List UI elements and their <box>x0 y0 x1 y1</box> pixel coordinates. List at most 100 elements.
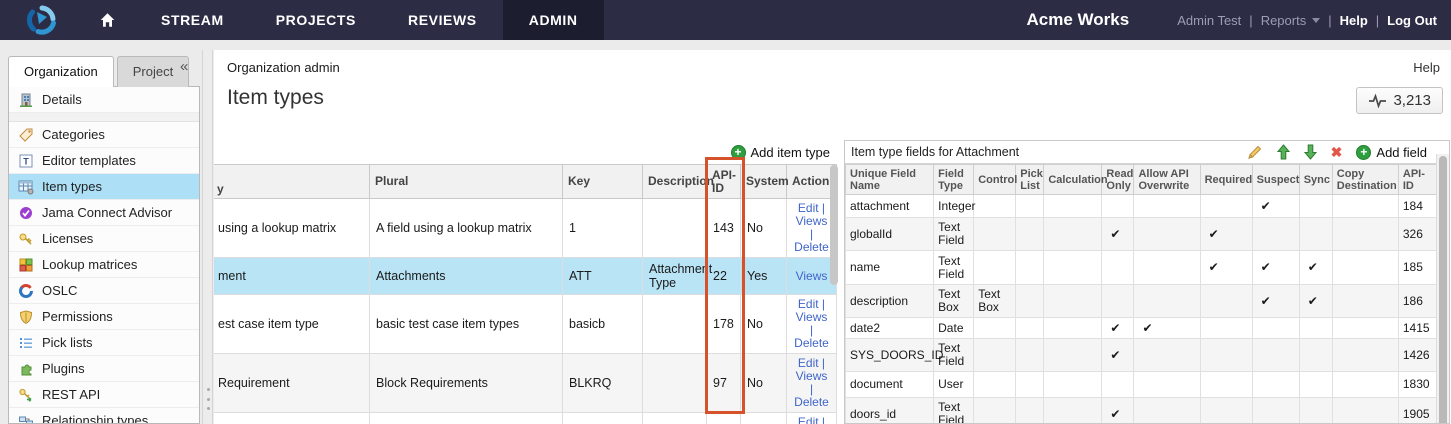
fields-scrollbar-thumb[interactable] <box>1439 156 1447 423</box>
col-field-type[interactable]: Field Type <box>933 164 975 195</box>
col-key[interactable]: Key <box>562 164 643 199</box>
cell-control <box>973 250 1017 285</box>
field-row[interactable]: name Text Field ✔ ✔ ✔ 185 <box>845 250 1438 285</box>
views-link[interactable]: Views | <box>793 311 830 337</box>
cell-copy-destination <box>1331 371 1399 398</box>
logout-link[interactable]: Log Out <box>1387 13 1437 28</box>
sidebar-collapse-button[interactable]: « <box>180 58 188 75</box>
field-row[interactable]: globalId Text Field ✔ ✔ 326 <box>845 217 1438 251</box>
sync-check <box>1298 317 1333 339</box>
sync-check <box>1298 338 1333 372</box>
delete-link[interactable]: Delete <box>793 241 830 254</box>
cell-api-id: 185 <box>1397 250 1438 285</box>
edit-link[interactable]: Edit | <box>793 416 830 424</box>
col-control[interactable]: Control <box>973 164 1017 195</box>
reports-menu[interactable]: Reports <box>1261 13 1321 28</box>
col-system[interactable]: System <box>740 164 789 199</box>
edit-field-button[interactable] <box>1247 144 1263 160</box>
help-link-top[interactable]: Help <box>1340 13 1368 28</box>
cell-field-type: Text Field <box>933 250 975 285</box>
fields-scrollbar[interactable] <box>1436 154 1449 423</box>
sidebar-item-permissions[interactable]: Permissions <box>9 304 199 330</box>
sidebar-item-item-types[interactable]: Item types <box>9 174 199 200</box>
panel-splitter[interactable] <box>202 50 213 424</box>
table-row[interactable]: using a lookup matrix A field using a lo… <box>214 198 837 258</box>
advisor-icon <box>18 205 34 221</box>
count-value: 3,213 <box>1393 92 1431 109</box>
cell-calculation <box>1043 194 1103 218</box>
views-link[interactable]: Views | <box>793 370 830 396</box>
nav-reviews[interactable]: REVIEWS <box>382 0 503 40</box>
sidebar-item-plugins[interactable]: Plugins <box>9 356 199 382</box>
field-row[interactable]: date2 Date ✔ ✔ 1415 <box>845 317 1438 339</box>
home-button[interactable] <box>80 0 135 40</box>
cell-field-name: name <box>845 250 935 285</box>
tab-project[interactable]: Project <box>116 56 190 87</box>
activity-count-button[interactable]: 3,213 <box>1356 87 1443 114</box>
col-plural[interactable]: Plural <box>369 164 563 199</box>
read-only-check: ✔ <box>1101 317 1135 339</box>
col-calculation[interactable]: Calculation <box>1043 164 1108 195</box>
delete-link[interactable]: Delete <box>793 396 830 409</box>
cell-system: No <box>740 294 787 354</box>
col-action[interactable]: Action <box>786 164 837 199</box>
sidebar-item-oslc[interactable]: OSLC <box>9 278 199 304</box>
table-row-selected[interactable]: ment Attachments ATT Attachment Type 22 … <box>214 257 837 295</box>
sidebar-item-rest-api[interactable]: REST API <box>9 382 199 408</box>
cell-name: Verification <box>214 412 370 424</box>
delete-link[interactable]: Delete <box>793 337 830 350</box>
views-link[interactable]: Views | <box>793 215 830 241</box>
sidebar-item-licenses[interactable]: Licenses <box>9 226 199 252</box>
field-row[interactable]: attachment Integer ✔ 184 <box>845 194 1438 218</box>
field-row[interactable]: SYS_DOORS_ID Text Field ✔ 1426 <box>845 338 1438 372</box>
col-copy-destination[interactable]: Copy Destination <box>1331 164 1399 195</box>
cell-key: basicb <box>562 294 643 354</box>
field-row[interactable]: doors_id Text Field ✔ 1905 <box>845 397 1438 423</box>
sidebar-item-details[interactable]: Details <box>9 87 199 113</box>
sidebar-item-lookup-matrices[interactable]: Lookup matrices <box>9 252 199 278</box>
col-sync[interactable]: Sync <box>1298 164 1333 195</box>
home-icon <box>100 13 115 27</box>
sidebar-item-editor-templates[interactable]: T Editor templates <box>9 148 199 174</box>
field-row[interactable]: document User 1830 <box>845 371 1438 398</box>
tab-organization[interactable]: Organization <box>8 56 114 87</box>
col-unique-field-name[interactable]: Unique Field Name <box>845 164 935 195</box>
field-row[interactable]: description Text Box Text Box ✔ ✔ 186 <box>845 284 1438 318</box>
table-row[interactable]: est case item type basic test case item … <box>214 294 837 354</box>
sidebar-item-relationship-types[interactable]: Relationship types <box>9 408 199 423</box>
col-suspect[interactable]: Suspect <box>1251 164 1300 195</box>
col-required[interactable]: Required <box>1199 164 1253 195</box>
user-name[interactable]: Admin Test <box>1177 13 1241 28</box>
add-field-button[interactable]: + Add field <box>1356 144 1427 160</box>
add-item-type-button[interactable]: + Add item type <box>730 144 830 160</box>
jama-logo-icon <box>26 5 56 35</box>
nav-admin[interactable]: ADMIN <box>502 0 604 40</box>
col-api-id[interactable]: API-ID <box>706 164 741 199</box>
table-row[interactable]: Requirement Block Requirements BLKRQ 97 … <box>214 353 837 413</box>
col-description[interactable]: Description <box>642 164 714 199</box>
sidebar-item-pick-lists[interactable]: Pick lists <box>9 330 199 356</box>
nav-projects[interactable]: PROJECTS <box>250 0 382 40</box>
remove-field-button[interactable]: ✖ <box>1331 144 1343 161</box>
read-only-check: ✔ <box>1101 397 1135 423</box>
cell-calculation <box>1043 250 1103 285</box>
table-row[interactable]: Verification Brake Verifications BRKVeri… <box>214 412 837 424</box>
jama-logo[interactable] <box>0 0 80 40</box>
sync-check <box>1298 217 1333 251</box>
move-field-down-button[interactable] <box>1303 144 1317 160</box>
col-api-id[interactable]: API-ID <box>1397 164 1438 195</box>
col-pick-list[interactable]: Pick List <box>1015 164 1045 195</box>
sidebar-item-jama-connect-advisor[interactable]: Jama Connect Advisor <box>9 200 199 226</box>
col-read-only[interactable]: Read Only <box>1101 164 1135 195</box>
nav-stream[interactable]: STREAM <box>135 0 250 40</box>
sidebar-item-categories[interactable]: Categories <box>9 122 199 148</box>
suspect-check: ✔ <box>1251 250 1300 285</box>
item-types-scrollbar[interactable] <box>830 165 838 285</box>
cell-plural: Attachments <box>369 257 563 295</box>
move-field-up-button[interactable] <box>1276 144 1290 160</box>
read-only-check <box>1101 250 1135 285</box>
col-name[interactable]: y <box>214 164 370 199</box>
col-allow-api-overwrite[interactable]: Allow API Overwrite <box>1133 164 1201 195</box>
views-link[interactable]: Views <box>793 269 830 283</box>
help-link[interactable]: Help <box>1413 60 1440 75</box>
